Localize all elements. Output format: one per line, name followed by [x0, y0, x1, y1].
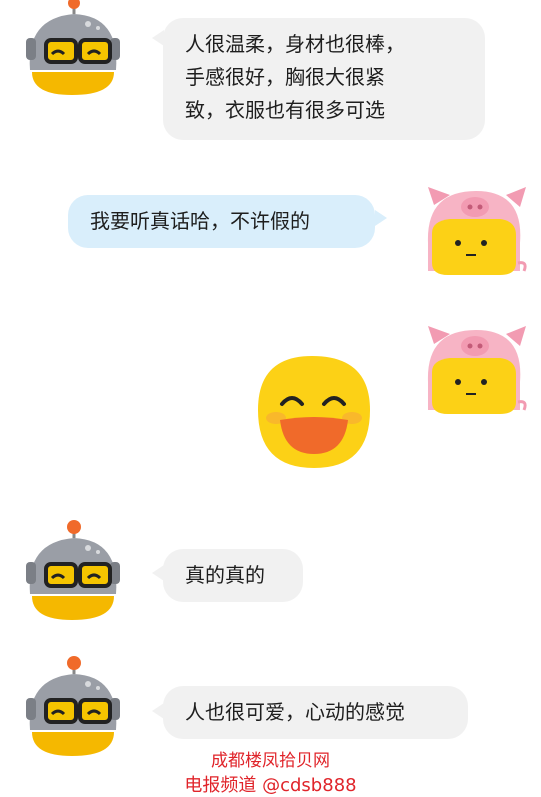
watermark-line: 电报频道 @cdsb888 — [184, 775, 357, 796]
robot-avatar[interactable] — [22, 0, 122, 100]
message-bubble[interactable]: 人也很可爱，心动的感觉 — [163, 686, 468, 739]
message-bubble[interactable]: 人很温柔，身材也很棒， 手感很好，胸很大很紧 致，衣服也有很多可选 — [163, 18, 485, 140]
message-text-line: 手感很好，胸很大很紧 — [185, 65, 385, 89]
bubble-tail — [375, 210, 387, 226]
pig-avatar[interactable] — [420, 322, 530, 417]
message-text-line: 人很温柔，身材也很棒， — [185, 32, 405, 56]
message-text: 真的真的 — [185, 563, 265, 587]
message-bubble[interactable]: 真的真的 — [163, 549, 303, 602]
laughing-emoji-sticker[interactable] — [248, 352, 378, 472]
pig-avatar[interactable] — [420, 183, 530, 278]
message-bubble[interactable]: 我要听真话哈，不许假的 — [68, 195, 375, 248]
message-text-line: 致，衣服也有很多可选 — [185, 98, 385, 122]
message-text: 人也很可爱，心动的感觉 — [185, 700, 405, 724]
robot-avatar[interactable] — [22, 520, 122, 625]
message-text: 我要听真话哈，不许假的 — [90, 209, 310, 233]
watermark-line: 成都楼凤拾贝网 — [211, 751, 330, 771]
